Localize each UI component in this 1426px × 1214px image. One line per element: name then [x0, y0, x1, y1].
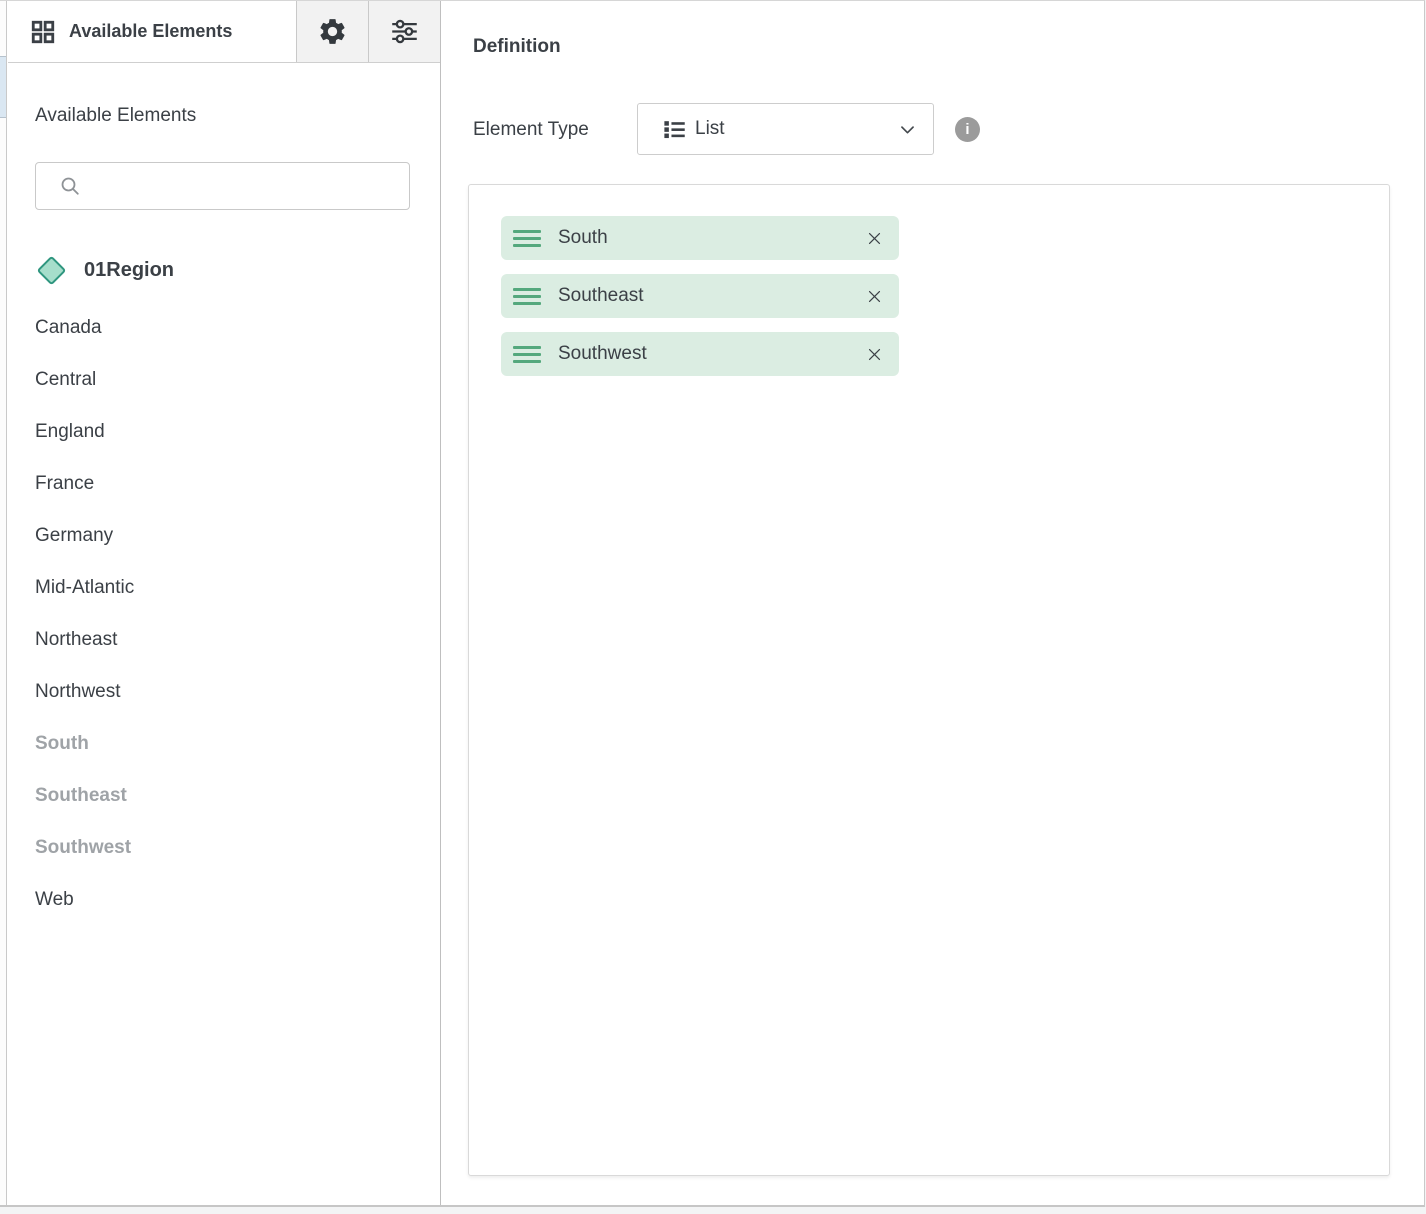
search-input[interactable] [92, 176, 397, 197]
available-element-item[interactable]: Germany [35, 510, 417, 562]
remove-element-button[interactable] [864, 344, 885, 365]
background-page-edge [0, 1, 7, 1205]
available-element-item: Southwest [35, 822, 417, 874]
remove-element-button[interactable] [864, 228, 885, 249]
close-icon [866, 230, 883, 247]
attribute-name: 01Region [84, 259, 174, 282]
search-box [35, 162, 410, 210]
grid-icon [30, 19, 56, 45]
close-icon [866, 288, 883, 305]
settings-button[interactable] [296, 1, 368, 62]
chevron-down-icon [898, 120, 917, 139]
selected-element-label: South [558, 227, 847, 249]
element-type-dropdown[interactable]: List [637, 103, 934, 155]
available-element-item[interactable]: England [35, 406, 417, 458]
close-icon [866, 346, 883, 363]
available-element-item[interactable]: Canada [35, 302, 417, 354]
list-icon [661, 116, 688, 143]
available-element-item[interactable]: Mid-Atlantic [35, 562, 417, 614]
attribute-header: 01Region [35, 247, 174, 293]
panel-title: Available Elements [69, 21, 232, 42]
attribute-diamond-icon [37, 255, 67, 285]
definition-title: Definition [473, 36, 561, 58]
sliders-icon [389, 16, 420, 47]
element-type-label: Element Type [473, 117, 589, 142]
selected-element-chip: South [501, 216, 899, 260]
background-highlight-strip [0, 56, 6, 118]
available-element-item[interactable]: Web [35, 874, 417, 926]
element-type-value: List [695, 118, 891, 140]
drag-handle-icon[interactable] [513, 288, 541, 305]
gear-icon [317, 16, 348, 47]
definition-panel: Definition Element Type List i [442, 1, 1424, 1205]
available-elements-list: Canada Central England France Germany Mi… [35, 302, 417, 926]
available-element-item[interactable]: Central [35, 354, 417, 406]
filter-options-button[interactable] [368, 1, 440, 62]
available-elements-header: Available Elements [8, 1, 440, 63]
selected-element-chip: Southeast [501, 274, 899, 318]
panel-title-section: Available Elements [8, 1, 296, 62]
available-element-item[interactable]: France [35, 458, 417, 510]
drag-handle-icon[interactable] [513, 230, 541, 247]
available-element-item[interactable]: Northeast [35, 614, 417, 666]
search-icon [58, 174, 82, 198]
available-elements-panel: Available Elements [8, 1, 441, 1205]
available-element-item: Southeast [35, 770, 417, 822]
drag-handle-icon[interactable] [513, 346, 541, 363]
remove-element-button[interactable] [864, 286, 885, 307]
element-picker-dialog: Available Elements [0, 0, 1425, 1207]
available-element-item[interactable]: Northwest [35, 666, 417, 718]
available-element-item: South [35, 718, 417, 770]
selected-element-chip: Southwest [501, 332, 899, 376]
selected-elements-container: South Southeast [468, 184, 1390, 1176]
selected-element-label: Southeast [558, 285, 847, 307]
selected-element-label: Southwest [558, 343, 847, 365]
info-icon[interactable]: i [955, 117, 980, 142]
available-elements-label: Available Elements [35, 105, 196, 127]
